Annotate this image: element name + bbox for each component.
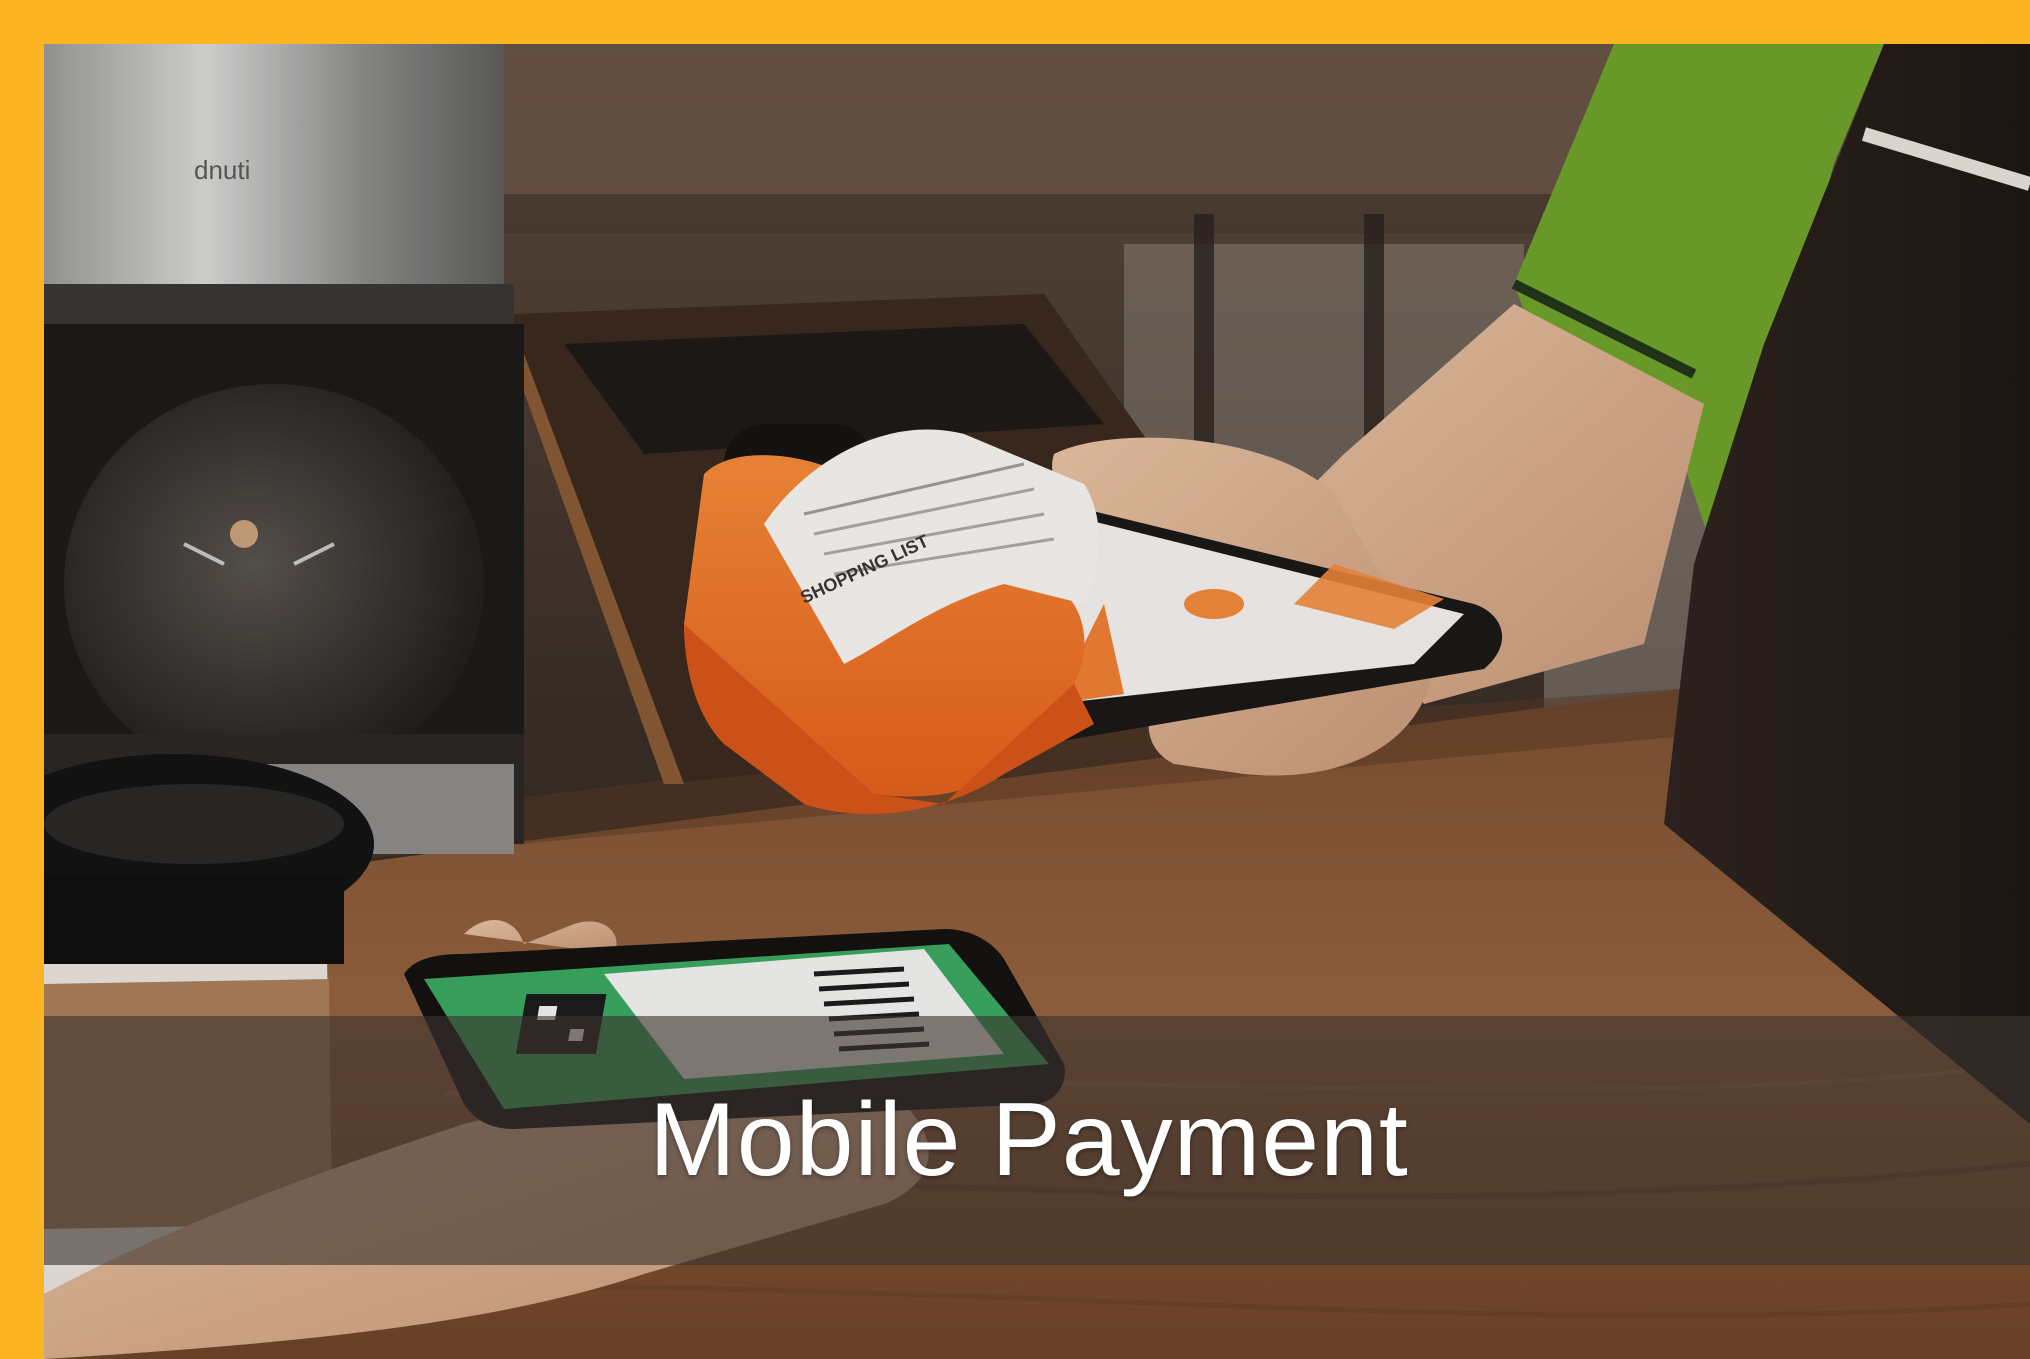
caption-title: Mobile Payment: [649, 1082, 1409, 1198]
payment-photo: dnuti SHOPPING LIST Mobile Payment: [44, 44, 2030, 1359]
yellow-frame: dnuti SHOPPING LIST Mobile Payment: [0, 0, 2030, 1359]
caption-band: Mobile Payment: [44, 1016, 2030, 1265]
